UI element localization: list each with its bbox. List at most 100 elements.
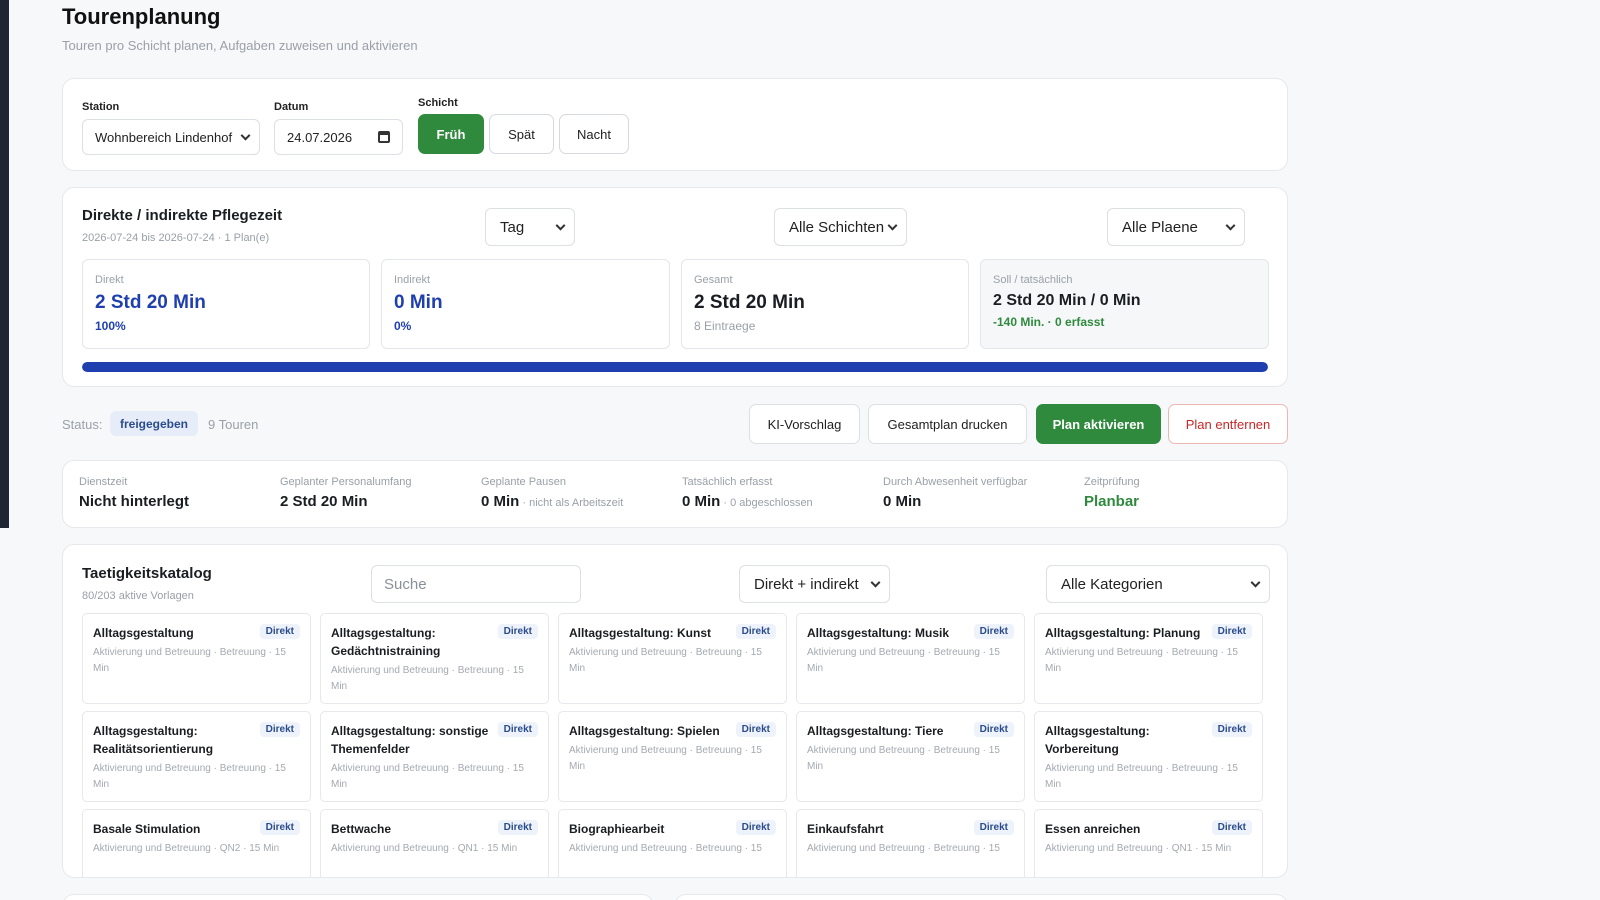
care-time-card: Direkte / indirekte Pflegezeit 2026-07-2… bbox=[62, 187, 1288, 387]
direct-share-progress bbox=[82, 362, 1268, 372]
status-badge: freigegeben bbox=[110, 411, 199, 436]
catalog-item[interactable]: Alltagsgestaltung: Gedächtnistraining Dir… bbox=[320, 613, 549, 704]
catalog-search-input[interactable] bbox=[371, 565, 581, 603]
catalog-item[interactable]: Essen anreichen Direkt Aktivierung und Bet… bbox=[1034, 809, 1263, 877]
info-value: 0 Min bbox=[682, 493, 721, 510]
info-value: 0 Min bbox=[481, 493, 520, 510]
chevron-down-icon bbox=[870, 577, 881, 588]
stat-label: Direkt bbox=[95, 274, 124, 286]
catalog-item-meta: Aktivierung und Betreuung · Betreuung · … bbox=[569, 745, 762, 772]
info-duty-time: Dienstzeit Nicht hinterlegt bbox=[79, 476, 189, 510]
category-filter-select[interactable]: Alle Kategorien bbox=[1046, 565, 1270, 603]
catalog-item-meta: Aktivierung und Betreuung · QN1 · 15 Min bbox=[1045, 843, 1232, 854]
catalog-item-badge: Direkt bbox=[497, 624, 538, 639]
catalog-item[interactable]: Alltagsgestaltung: Spielen Direkt Aktivier… bbox=[558, 711, 787, 802]
catalog-item-badge: Direkt bbox=[973, 624, 1014, 639]
catalog-item-name: Alltagsgestaltung: Tiere bbox=[807, 724, 944, 738]
info-label: Durch Abwesenheit verfügbar bbox=[883, 476, 1028, 488]
info-label: Zeitprüfung bbox=[1084, 476, 1140, 488]
plan-filter-value: Alle Plaene bbox=[1122, 218, 1198, 236]
catalog-item[interactable]: Alltagsgestaltung: Musik Direkt Aktivierun… bbox=[796, 613, 1025, 704]
catalog-item-badge: Direkt bbox=[497, 722, 538, 737]
station-label: Station bbox=[82, 101, 120, 113]
period-select[interactable]: Tag bbox=[485, 208, 575, 246]
catalog-item[interactable]: Basale Stimulation Direkt Aktivierung und … bbox=[82, 809, 311, 877]
calendar-icon[interactable] bbox=[378, 131, 390, 143]
catalog-item-name: Basale Stimulation bbox=[93, 822, 201, 836]
catalog-item-meta: Aktivierung und Betreuung · Betreuung · … bbox=[807, 745, 1000, 772]
catalog-item[interactable]: Alltagsgestaltung: sonstige Themenfelder… bbox=[320, 711, 549, 802]
catalog-item-badge: Direkt bbox=[259, 624, 300, 639]
catalog-item-name: Alltagsgestaltung: Musik bbox=[807, 626, 950, 640]
info-time-check: Zeitprüfung Planbar bbox=[1084, 476, 1140, 510]
station-select[interactable]: Wohnbereich Lindenhof bbox=[82, 119, 260, 155]
catalog-item-meta: Aktivierung und Betreuung · QN1 · 15 Min bbox=[331, 843, 518, 854]
stat-foot: 8 Eintraege bbox=[694, 319, 756, 333]
catalog-item-name: Biographiearbeit bbox=[569, 822, 665, 836]
ai-suggestion-button[interactable]: KI-Vorschlag bbox=[749, 404, 860, 444]
shift-filter-select[interactable]: Alle Schichten bbox=[774, 208, 907, 246]
info-label: Tatsächlich erfasst bbox=[682, 476, 773, 488]
catalog-item[interactable]: Alltagsgestaltung Direkt Aktivierung und B… bbox=[82, 613, 311, 704]
catalog-item-badge: Direkt bbox=[735, 820, 776, 835]
catalog-item[interactable]: Einkaufsfahrt Direkt Aktivierung und Betre… bbox=[796, 809, 1025, 877]
plan-filter-select[interactable]: Alle Plaene bbox=[1107, 208, 1245, 246]
catalog-item-name: Einkaufsfahrt bbox=[807, 822, 884, 836]
catalog-subtitle: 80/203 aktive Vorlagen bbox=[82, 590, 194, 602]
info-planned-staff: Geplanter Personalumfang 2 Std 20 Min bbox=[280, 476, 411, 510]
info-label: Dienstzeit bbox=[79, 476, 128, 488]
filter-card: Station Wohnbereich Lindenhof Datum 24.0… bbox=[62, 78, 1288, 171]
shift-early-button[interactable]: Früh bbox=[418, 114, 484, 154]
catalog-item-badge: Direkt bbox=[1211, 820, 1252, 835]
activate-plan-button[interactable]: Plan aktivieren bbox=[1036, 404, 1161, 444]
catalog-item-badge: Direkt bbox=[259, 820, 300, 835]
stat-value: 2 Std 20 Min / 0 Min bbox=[993, 292, 1141, 309]
catalog-item-name: Alltagsgestaltung: Planung bbox=[1045, 626, 1201, 640]
catalog-item-name: Alltagsgestaltung: Spielen bbox=[569, 724, 720, 738]
catalog-item-meta: Aktivierung und Betreuung · Betreuung · … bbox=[331, 665, 524, 692]
stat-value: 2 Std 20 Min bbox=[694, 292, 805, 313]
catalog-item[interactable]: Alltagsgestaltung: Tiere Direkt Aktivierun… bbox=[796, 711, 1025, 802]
shift-night-button[interactable]: Nacht bbox=[559, 114, 629, 154]
remove-plan-button[interactable]: Plan entfernen bbox=[1168, 404, 1288, 444]
category-filter-value: Alle Kategorien bbox=[1061, 575, 1163, 593]
page-subtitle: Touren pro Schicht planen, Aufgaben zuwe… bbox=[62, 38, 418, 53]
info-label: Geplante Pausen bbox=[481, 476, 567, 488]
catalog-item-meta: Aktivierung und Betreuung · Betreuung · … bbox=[1045, 763, 1238, 790]
chevron-down-icon bbox=[555, 220, 566, 231]
catalog-item[interactable]: Alltagsgestaltung: Vorbereitung Direkt Akt… bbox=[1034, 711, 1263, 802]
catalog-item-badge: Direkt bbox=[1211, 624, 1252, 639]
catalog-item-name: Essen anreichen bbox=[1045, 822, 1141, 836]
care-time-subtitle: 2026-07-24 bis 2026-07-24 · 1 Plan(e) bbox=[82, 232, 270, 244]
info-label: Geplanter Personalumfang bbox=[280, 476, 412, 488]
date-input[interactable]: 24.07.2026 bbox=[274, 119, 403, 155]
catalog-item-name: Alltagsgestaltung: Kunst bbox=[569, 626, 712, 640]
catalog-item[interactable]: Alltagsgestaltung: Realitätsorientierung… bbox=[82, 711, 311, 802]
catalog-item-meta: Aktivierung und Betreuung · Betreuung · … bbox=[1045, 647, 1238, 674]
type-filter-select[interactable]: Direkt + indirekt bbox=[739, 565, 890, 603]
date-label: Datum bbox=[274, 101, 309, 113]
catalog-item[interactable]: Biographiearbeit Direkt Aktivierung und Be… bbox=[558, 809, 787, 877]
info-note: · nicht als Arbeitszeit bbox=[519, 497, 624, 509]
catalog-item-badge: Direkt bbox=[497, 820, 538, 835]
catalog-item-name: Alltagsgestaltung: Vorbereitung bbox=[1045, 724, 1150, 756]
catalog-item-name: Alltagsgestaltung: Gedächtnistraining bbox=[331, 626, 441, 658]
info-note: · 0 abgeschlossen bbox=[720, 497, 813, 509]
shift-late-button[interactable]: Spät bbox=[489, 114, 554, 154]
catalog-item[interactable]: Bettwache Direkt Aktivierung und Betreuung… bbox=[320, 809, 549, 877]
chevron-down-icon bbox=[1250, 577, 1261, 588]
info-actual-recorded: Tatsächlich erfasst 0 Min · 0 abgeschlos… bbox=[682, 476, 813, 510]
catalog-item[interactable]: Alltagsgestaltung: Kunst Direkt Aktivierun… bbox=[558, 613, 787, 704]
shift-filter-value: Alle Schichten bbox=[789, 218, 885, 236]
info-value: 2 Std 20 Min bbox=[280, 493, 368, 510]
station-value: Wohnbereich Lindenhof bbox=[95, 129, 233, 145]
tour-count: 9 Touren bbox=[208, 417, 259, 432]
catalog-item[interactable]: Alltagsgestaltung: Planung Direkt Aktivier… bbox=[1034, 613, 1263, 704]
catalog-item-badge: Direkt bbox=[735, 722, 776, 737]
page-title: Tourenplanung bbox=[62, 4, 221, 29]
print-plan-button[interactable]: Gesamtplan drucken bbox=[868, 404, 1027, 444]
catalog-item-badge: Direkt bbox=[973, 820, 1014, 835]
catalog-item-badge: Direkt bbox=[1211, 722, 1252, 737]
catalog-item-meta: Aktivierung und Betreuung · Betreuung · … bbox=[807, 843, 1000, 854]
info-value: Planbar bbox=[1084, 493, 1140, 510]
